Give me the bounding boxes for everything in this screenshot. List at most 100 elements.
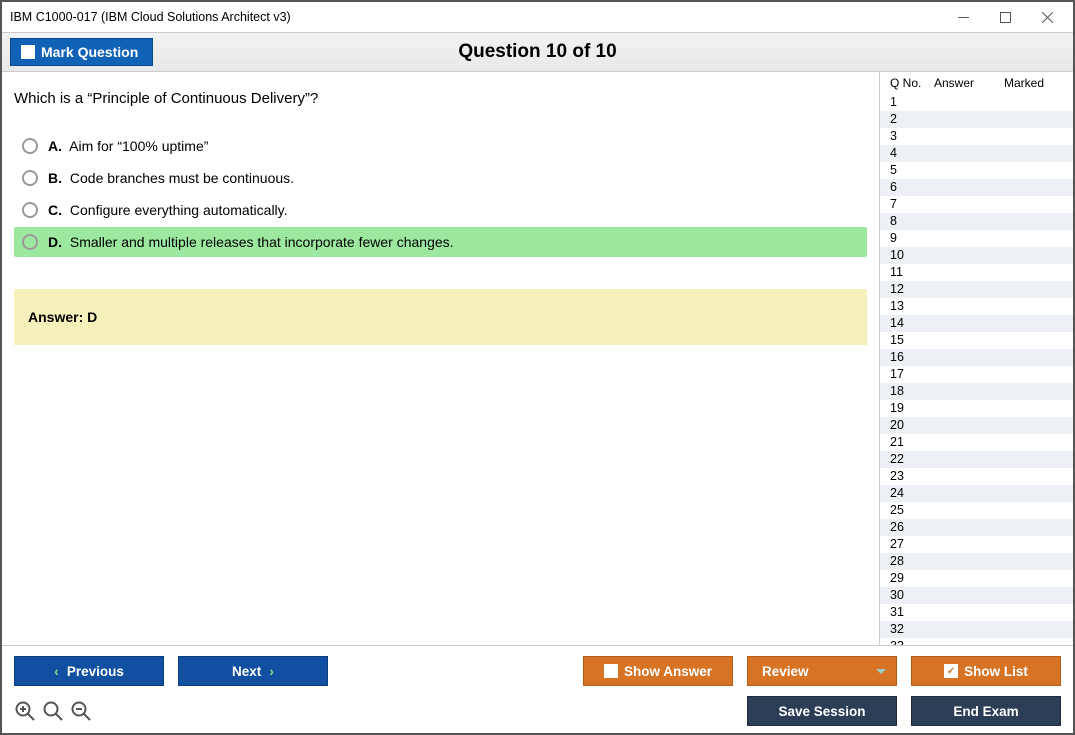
choice-c[interactable]: C. Configure everything automatically.	[14, 195, 867, 225]
question-text: Which is a “Principle of Continuous Deli…	[14, 90, 867, 107]
question-row[interactable]: 19	[880, 400, 1073, 417]
row-marked	[1004, 197, 1073, 212]
row-qno: 1	[890, 95, 934, 110]
question-row[interactable]: 9	[880, 230, 1073, 247]
row-answer	[934, 401, 1004, 416]
row-marked	[1004, 486, 1073, 501]
minimize-button[interactable]	[943, 4, 983, 30]
end-exam-button[interactable]: End Exam	[911, 696, 1061, 726]
row-qno: 26	[890, 520, 934, 535]
mark-question-button[interactable]: Mark Question	[10, 38, 153, 66]
question-row[interactable]: 7	[880, 196, 1073, 213]
header-answer: Answer	[934, 76, 1004, 90]
question-row[interactable]: 25	[880, 502, 1073, 519]
row-answer	[934, 180, 1004, 195]
question-row[interactable]: 8	[880, 213, 1073, 230]
choice-d[interactable]: D. Smaller and multiple releases that in…	[14, 227, 867, 257]
row-qno: 12	[890, 282, 934, 297]
question-row[interactable]: 21	[880, 434, 1073, 451]
row-answer	[934, 95, 1004, 110]
show-list-button[interactable]: ✓ Show List	[911, 656, 1061, 686]
row-answer	[934, 435, 1004, 450]
row-qno: 30	[890, 588, 934, 603]
row-qno: 33	[890, 639, 934, 645]
row-qno: 5	[890, 163, 934, 178]
row-marked	[1004, 146, 1073, 161]
question-row[interactable]: 16	[880, 349, 1073, 366]
row-marked	[1004, 248, 1073, 263]
row-qno: 11	[890, 265, 934, 280]
question-row[interactable]: 26	[880, 519, 1073, 536]
close-button[interactable]	[1027, 4, 1067, 30]
question-row[interactable]: 23	[880, 468, 1073, 485]
question-row[interactable]: 13	[880, 298, 1073, 315]
row-qno: 16	[890, 350, 934, 365]
chevron-down-icon	[876, 669, 886, 674]
next-label: Next	[232, 664, 261, 679]
question-row[interactable]: 6	[880, 179, 1073, 196]
question-row[interactable]: 31	[880, 604, 1073, 621]
header-marked: Marked	[1004, 76, 1067, 90]
question-row[interactable]: 5	[880, 162, 1073, 179]
row-marked	[1004, 418, 1073, 433]
row-marked	[1004, 265, 1073, 280]
question-row[interactable]: 15	[880, 332, 1073, 349]
row-qno: 7	[890, 197, 934, 212]
row-answer	[934, 265, 1004, 280]
chevron-right-icon: ›	[269, 663, 274, 679]
question-row[interactable]: 33	[880, 638, 1073, 645]
row-qno: 24	[890, 486, 934, 501]
choices-list: A. Aim for “100% uptime”B. Code branches…	[14, 131, 867, 259]
save-session-button[interactable]: Save Session	[747, 696, 897, 726]
question-row[interactable]: 27	[880, 536, 1073, 553]
question-row[interactable]: 10	[880, 247, 1073, 264]
maximize-button[interactable]	[985, 4, 1025, 30]
row-answer	[934, 554, 1004, 569]
review-button[interactable]: Review	[747, 656, 897, 686]
zoom-out-icon[interactable]	[70, 700, 92, 722]
question-row[interactable]: 2	[880, 111, 1073, 128]
row-marked	[1004, 554, 1073, 569]
question-row[interactable]: 17	[880, 366, 1073, 383]
question-row[interactable]: 1	[880, 94, 1073, 111]
question-row[interactable]: 4	[880, 145, 1073, 162]
row-marked	[1004, 180, 1073, 195]
show-answer-button[interactable]: Show Answer	[583, 656, 733, 686]
row-marked	[1004, 571, 1073, 586]
row-qno: 20	[890, 418, 934, 433]
row-marked	[1004, 384, 1073, 399]
row-marked	[1004, 214, 1073, 229]
row-qno: 25	[890, 503, 934, 518]
row-answer	[934, 129, 1004, 144]
zoom-reset-icon[interactable]	[42, 700, 64, 722]
choice-b[interactable]: B. Code branches must be continuous.	[14, 163, 867, 193]
question-row[interactable]: 18	[880, 383, 1073, 400]
question-row[interactable]: 29	[880, 570, 1073, 587]
zoom-in-icon[interactable]	[14, 700, 36, 722]
choice-a[interactable]: A. Aim for “100% uptime”	[14, 131, 867, 161]
question-row[interactable]: 11	[880, 264, 1073, 281]
question-row[interactable]: 32	[880, 621, 1073, 638]
row-answer	[934, 639, 1004, 645]
row-qno: 9	[890, 231, 934, 246]
row-marked	[1004, 622, 1073, 637]
question-row[interactable]: 14	[880, 315, 1073, 332]
question-row[interactable]: 22	[880, 451, 1073, 468]
row-marked	[1004, 639, 1073, 645]
row-answer	[934, 418, 1004, 433]
question-row[interactable]: 20	[880, 417, 1073, 434]
row-qno: 4	[890, 146, 934, 161]
question-row[interactable]: 28	[880, 553, 1073, 570]
checkbox-checked-icon: ✓	[944, 664, 958, 678]
previous-button[interactable]: ‹ Previous	[14, 656, 164, 686]
row-answer	[934, 248, 1004, 263]
question-row[interactable]: 24	[880, 485, 1073, 502]
save-session-label: Save Session	[778, 704, 865, 719]
question-row[interactable]: 30	[880, 587, 1073, 604]
next-button[interactable]: Next ›	[178, 656, 328, 686]
question-list[interactable]: 1234567891011121314151617181920212223242…	[880, 94, 1073, 645]
question-pane: Which is a “Principle of Continuous Deli…	[2, 72, 879, 645]
question-row[interactable]: 3	[880, 128, 1073, 145]
question-row[interactable]: 12	[880, 281, 1073, 298]
row-answer	[934, 367, 1004, 382]
